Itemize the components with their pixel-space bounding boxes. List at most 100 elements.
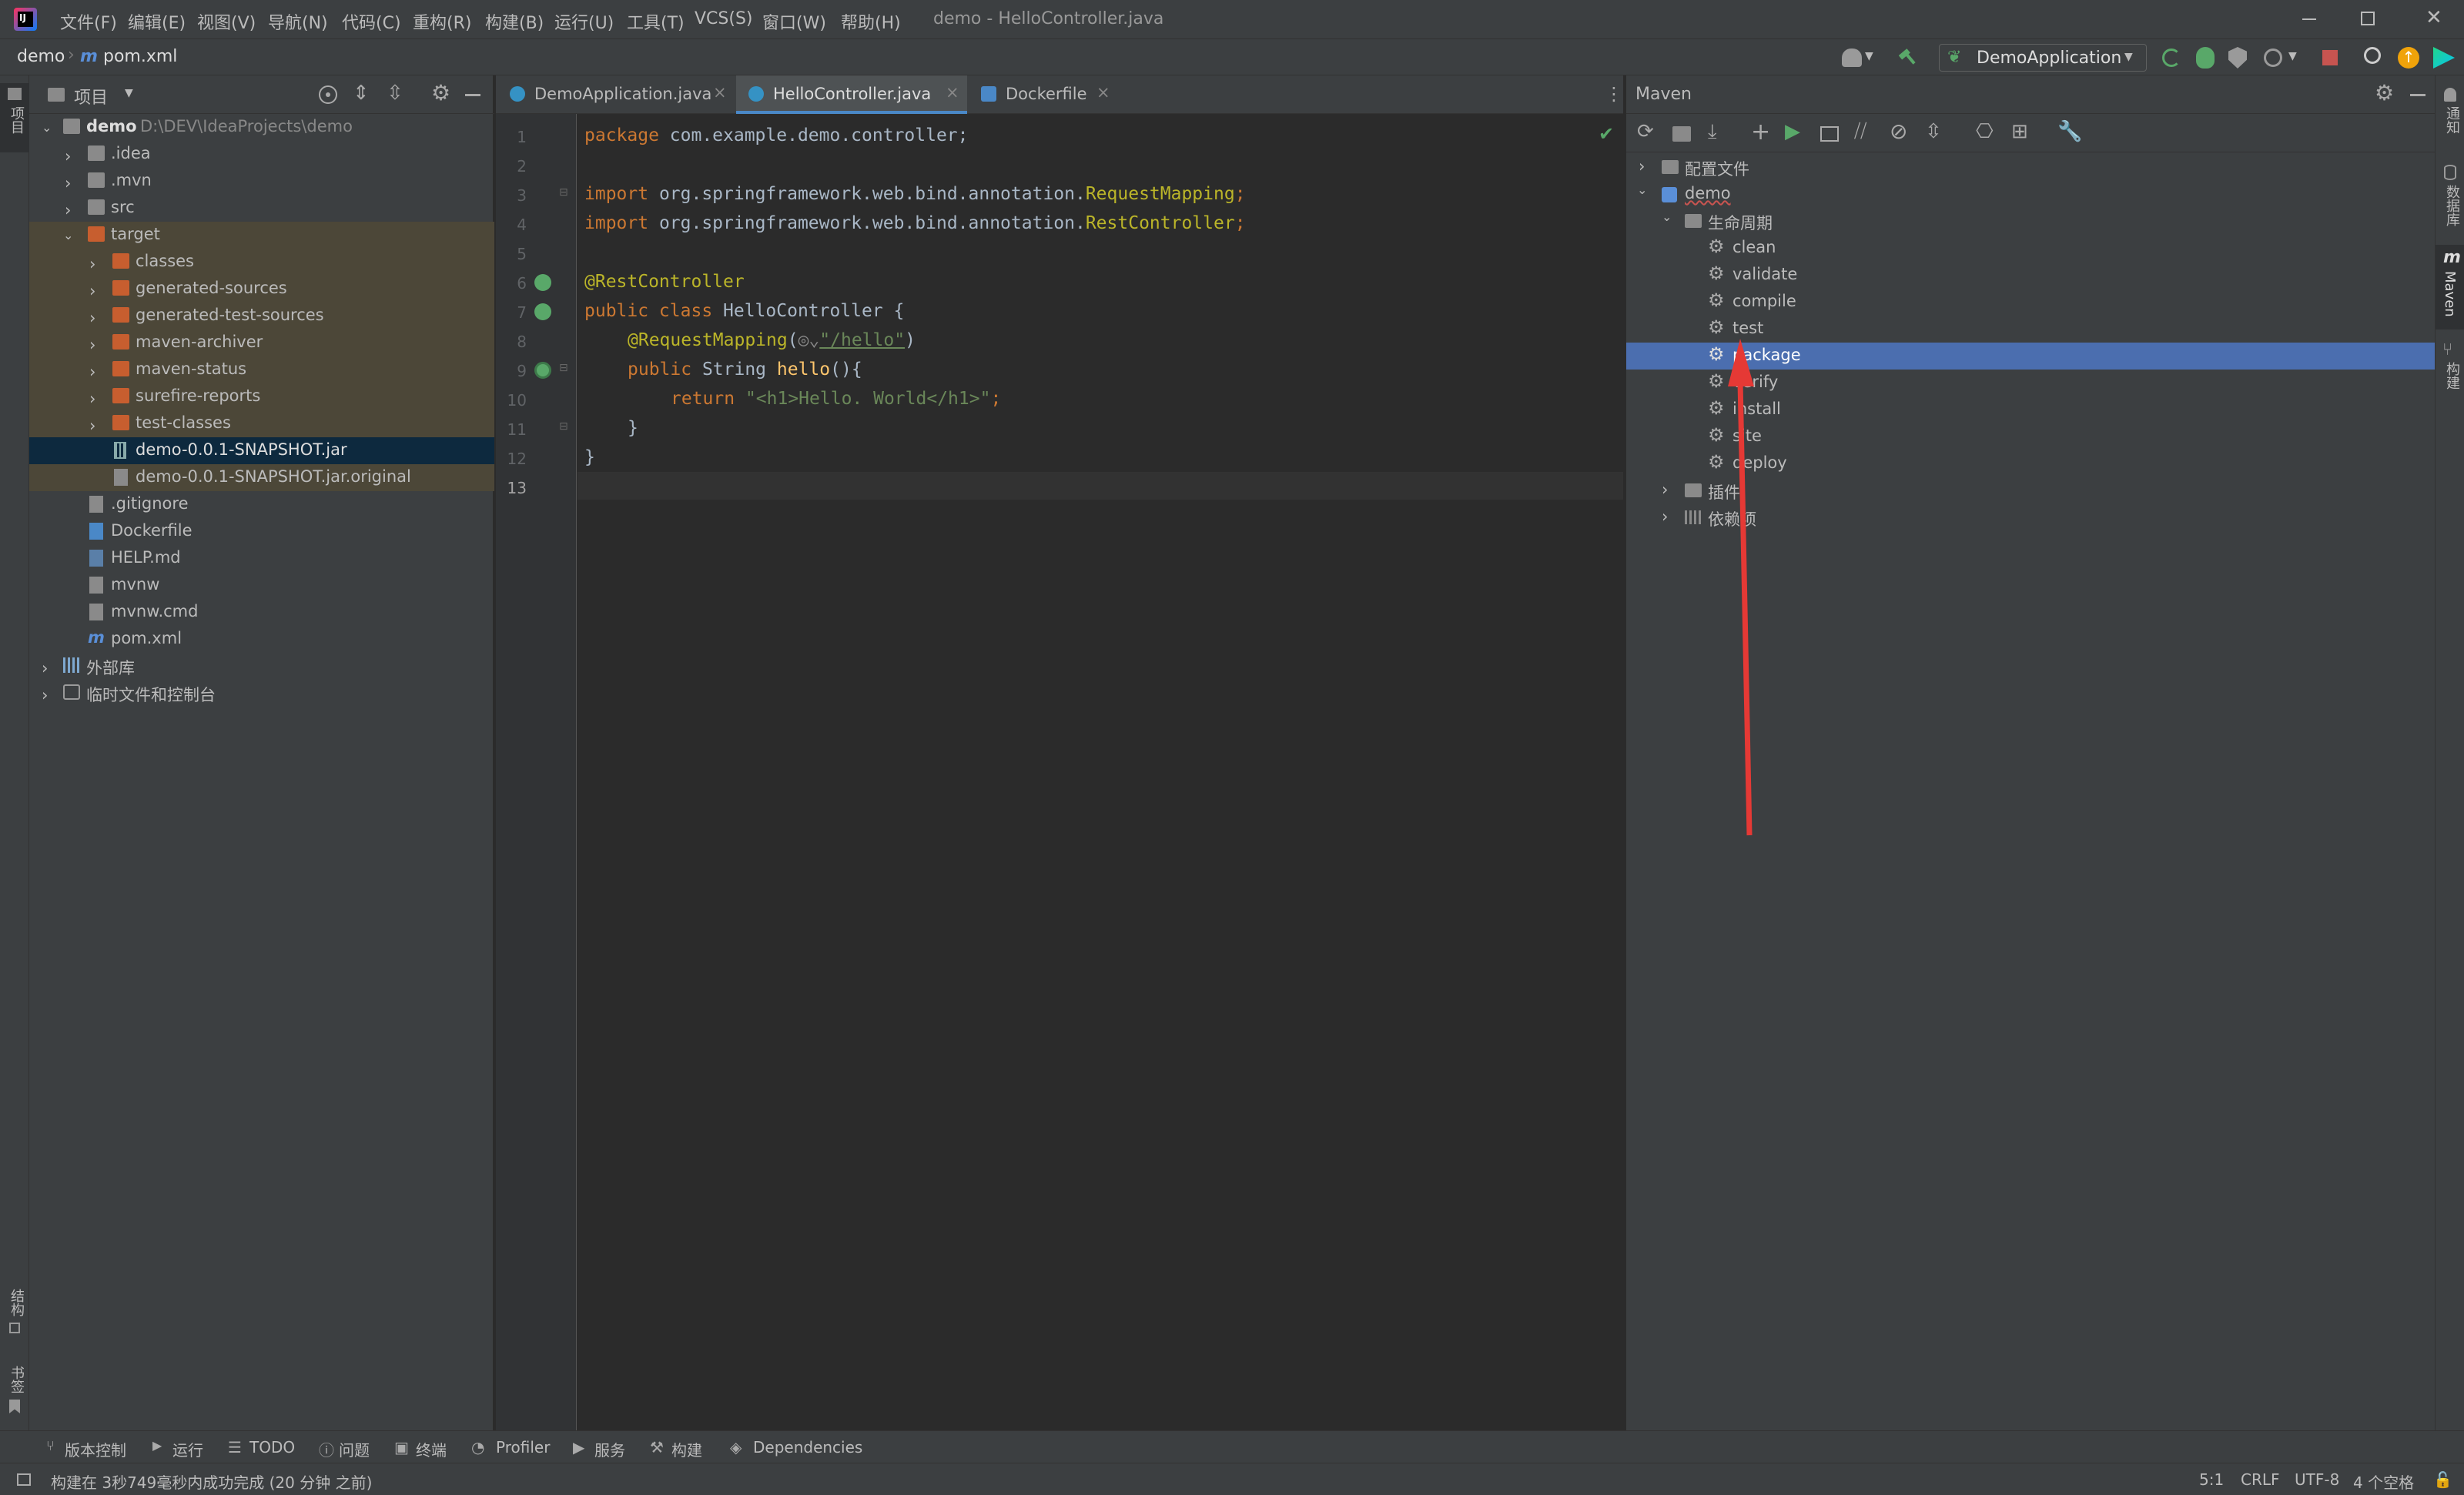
chevron-right-icon[interactable]: › bbox=[89, 416, 95, 435]
close-icon[interactable]: ✕ bbox=[2426, 6, 2442, 29]
tab-dockerfile[interactable]: Dockerfile × bbox=[969, 75, 1115, 114]
chevron-right-icon[interactable]: › bbox=[65, 201, 71, 219]
menu-build[interactable]: 构建(B) bbox=[485, 9, 544, 34]
tool-window-run[interactable]: 运行 bbox=[172, 1438, 203, 1460]
tree-row[interactable]: › surefire-reports bbox=[29, 383, 494, 410]
collapse-all-icon[interactable]: ⇳ bbox=[387, 82, 403, 105]
rerun-icon[interactable] bbox=[2162, 48, 2181, 67]
tree-row[interactable]: › maven-archiver bbox=[29, 329, 494, 356]
hide-panel-icon[interactable] bbox=[465, 94, 480, 96]
tool-window-todo[interactable]: TODO bbox=[249, 1438, 295, 1457]
gear-icon[interactable]: ⚙ bbox=[431, 80, 450, 105]
tree-row[interactable]: › .idea bbox=[29, 141, 494, 168]
chevron-right-icon[interactable]: › bbox=[1662, 480, 1668, 499]
tree-row[interactable]: .gitignore bbox=[29, 491, 494, 518]
chevron-right-icon[interactable]: › bbox=[89, 336, 95, 354]
close-tab-icon[interactable]: × bbox=[1096, 83, 1110, 102]
tree-row[interactable]: › maven-status bbox=[29, 356, 494, 383]
more-tabs-icon[interactable]: ⋮ bbox=[1605, 83, 1623, 105]
tool-window-build[interactable]: 构建 bbox=[671, 1438, 702, 1460]
menu-edit[interactable]: 编辑(E) bbox=[128, 9, 186, 34]
menu-help[interactable]: 帮助(H) bbox=[841, 9, 901, 34]
user-icon[interactable] bbox=[1842, 48, 1862, 67]
close-tab-icon[interactable]: × bbox=[713, 83, 727, 102]
chevron-right-icon[interactable]: › bbox=[89, 282, 95, 300]
tool-window-vcs[interactable]: 版本控制 bbox=[65, 1438, 126, 1460]
add-project-folder-icon[interactable] bbox=[1672, 126, 1691, 142]
tree-row[interactable]: › test-classes bbox=[29, 410, 494, 437]
hide-panel-icon[interactable] bbox=[2410, 94, 2426, 96]
maven-phase-clean[interactable]: ⚙ clean bbox=[1626, 235, 2436, 262]
show-diagram-icon[interactable]: ⊞ bbox=[2011, 120, 2033, 143]
close-tab-icon[interactable]: × bbox=[946, 83, 959, 102]
tree-row-root[interactable]: ⌄ demo D:\DEV\IdeaProjects\demo bbox=[29, 114, 494, 141]
menu-navigate[interactable]: 导航(N) bbox=[268, 9, 328, 34]
run-icon[interactable]: ▶ bbox=[1785, 120, 1806, 143]
tree-row[interactable]: HELP.md bbox=[29, 545, 494, 572]
chevron-right-icon[interactable]: › bbox=[65, 147, 71, 166]
chevron-down-icon[interactable]: ⌄ bbox=[63, 228, 73, 242]
maven-tool-button[interactable]: m Maven bbox=[2436, 245, 2464, 329]
chevron-right-icon[interactable]: › bbox=[65, 174, 71, 192]
skip-tests-icon[interactable]: ⊘ bbox=[1890, 119, 1911, 144]
file-encoding[interactable]: UTF-8 bbox=[2295, 1470, 2339, 1489]
chevron-right-icon[interactable]: › bbox=[89, 390, 95, 408]
debug-icon[interactable] bbox=[2196, 47, 2215, 69]
locate-icon[interactable] bbox=[319, 85, 337, 104]
tree-row[interactable]: mvnw bbox=[29, 572, 494, 599]
show-dependencies-icon[interactable]: ⎔ bbox=[1976, 120, 1997, 143]
restore-icon[interactable] bbox=[2361, 12, 2375, 25]
tool-window-services[interactable]: 服务 bbox=[594, 1438, 625, 1460]
stop-icon[interactable] bbox=[2322, 50, 2338, 65]
gradle-tool-button[interactable]: ⑂ 构建 bbox=[2436, 337, 2464, 406]
build-hammer-icon[interactable] bbox=[1899, 47, 1919, 67]
notifications-tool-button[interactable]: 通知 bbox=[2436, 83, 2464, 152]
readonly-lock-icon[interactable]: 🔓 bbox=[2433, 1470, 2452, 1489]
reload-icon[interactable]: ⟳ bbox=[1637, 120, 1659, 143]
search-everywhere-icon[interactable] bbox=[2364, 47, 2381, 64]
chevron-right-icon[interactable]: › bbox=[89, 309, 95, 327]
tree-row-target[interactable]: ⌄ target bbox=[29, 222, 494, 249]
chevron-right-icon[interactable]: › bbox=[1639, 157, 1645, 176]
structure-tool-button[interactable]: 结构 bbox=[0, 1284, 29, 1346]
toggle-offline-icon[interactable]: ⧸⧸ bbox=[1854, 120, 1876, 142]
breadcrumb-file[interactable]: pom.xml bbox=[103, 47, 177, 66]
add-icon[interactable]: + bbox=[1751, 119, 1773, 145]
chevron-down-icon[interactable]: ⌄ bbox=[42, 120, 52, 135]
jetbrains-toolbox-icon[interactable] bbox=[2433, 47, 2455, 69]
maven-phase-validate[interactable]: ⚙ validate bbox=[1626, 262, 2436, 289]
tree-row[interactable]: › generated-test-sources bbox=[29, 303, 494, 329]
minimize-icon[interactable] bbox=[2302, 18, 2316, 20]
maven-tree-row-profiles[interactable]: › 配置文件 bbox=[1626, 154, 2436, 181]
coverage-icon[interactable] bbox=[2228, 47, 2247, 69]
project-tool-button[interactable]: 项目 bbox=[0, 83, 29, 152]
menu-run[interactable]: 运行(U) bbox=[554, 9, 614, 34]
line-separator[interactable]: CRLF bbox=[2241, 1470, 2280, 1489]
menu-refactor[interactable]: 重构(R) bbox=[413, 9, 471, 34]
chevron-down-icon[interactable]: ⌄ bbox=[1662, 209, 1672, 224]
database-tool-button[interactable]: 数据库 bbox=[2436, 160, 2464, 237]
tab-hello-controller[interactable]: HelloController.java × bbox=[736, 75, 967, 114]
tool-window-dependencies[interactable]: Dependencies bbox=[753, 1438, 862, 1457]
expand-all-icon[interactable]: ⇕ bbox=[353, 82, 370, 105]
intellij-logo-icon[interactable]: IJ bbox=[14, 8, 37, 31]
menu-code[interactable]: 代码(C) bbox=[342, 9, 401, 34]
tree-row-selected[interactable]: demo-0.0.1-SNAPSHOT.jar bbox=[29, 437, 494, 464]
bookmarks-tool-button[interactable]: 书签 bbox=[0, 1361, 29, 1423]
execute-goal-icon[interactable] bbox=[1820, 126, 1839, 142]
tree-row[interactable]: › src bbox=[29, 195, 494, 222]
tree-row[interactable]: › .mvn bbox=[29, 168, 494, 195]
tab-demo-application[interactable]: DemoApplication.java × bbox=[496, 75, 735, 114]
tree-row[interactable]: › classes bbox=[29, 249, 494, 276]
chevron-right-icon[interactable]: › bbox=[42, 659, 48, 677]
tree-row[interactable]: m pom.xml bbox=[29, 626, 494, 653]
maven-tree-row-project[interactable]: ⌄ demo bbox=[1626, 181, 2436, 208]
project-view-selector[interactable]: 项目 bbox=[74, 84, 108, 109]
tool-window-profiler[interactable]: Profiler bbox=[496, 1438, 550, 1457]
chevron-right-icon[interactable]: › bbox=[42, 686, 48, 704]
run-config-selector[interactable]: ❦ DemoApplication ▼ bbox=[1939, 44, 2147, 72]
gear-icon[interactable]: ⚙ bbox=[2375, 80, 2394, 105]
tree-row[interactable]: › 外部库 bbox=[29, 653, 494, 680]
maven-phase-compile[interactable]: ⚙ compile bbox=[1626, 289, 2436, 316]
breadcrumb-project[interactable]: demo bbox=[17, 47, 65, 66]
